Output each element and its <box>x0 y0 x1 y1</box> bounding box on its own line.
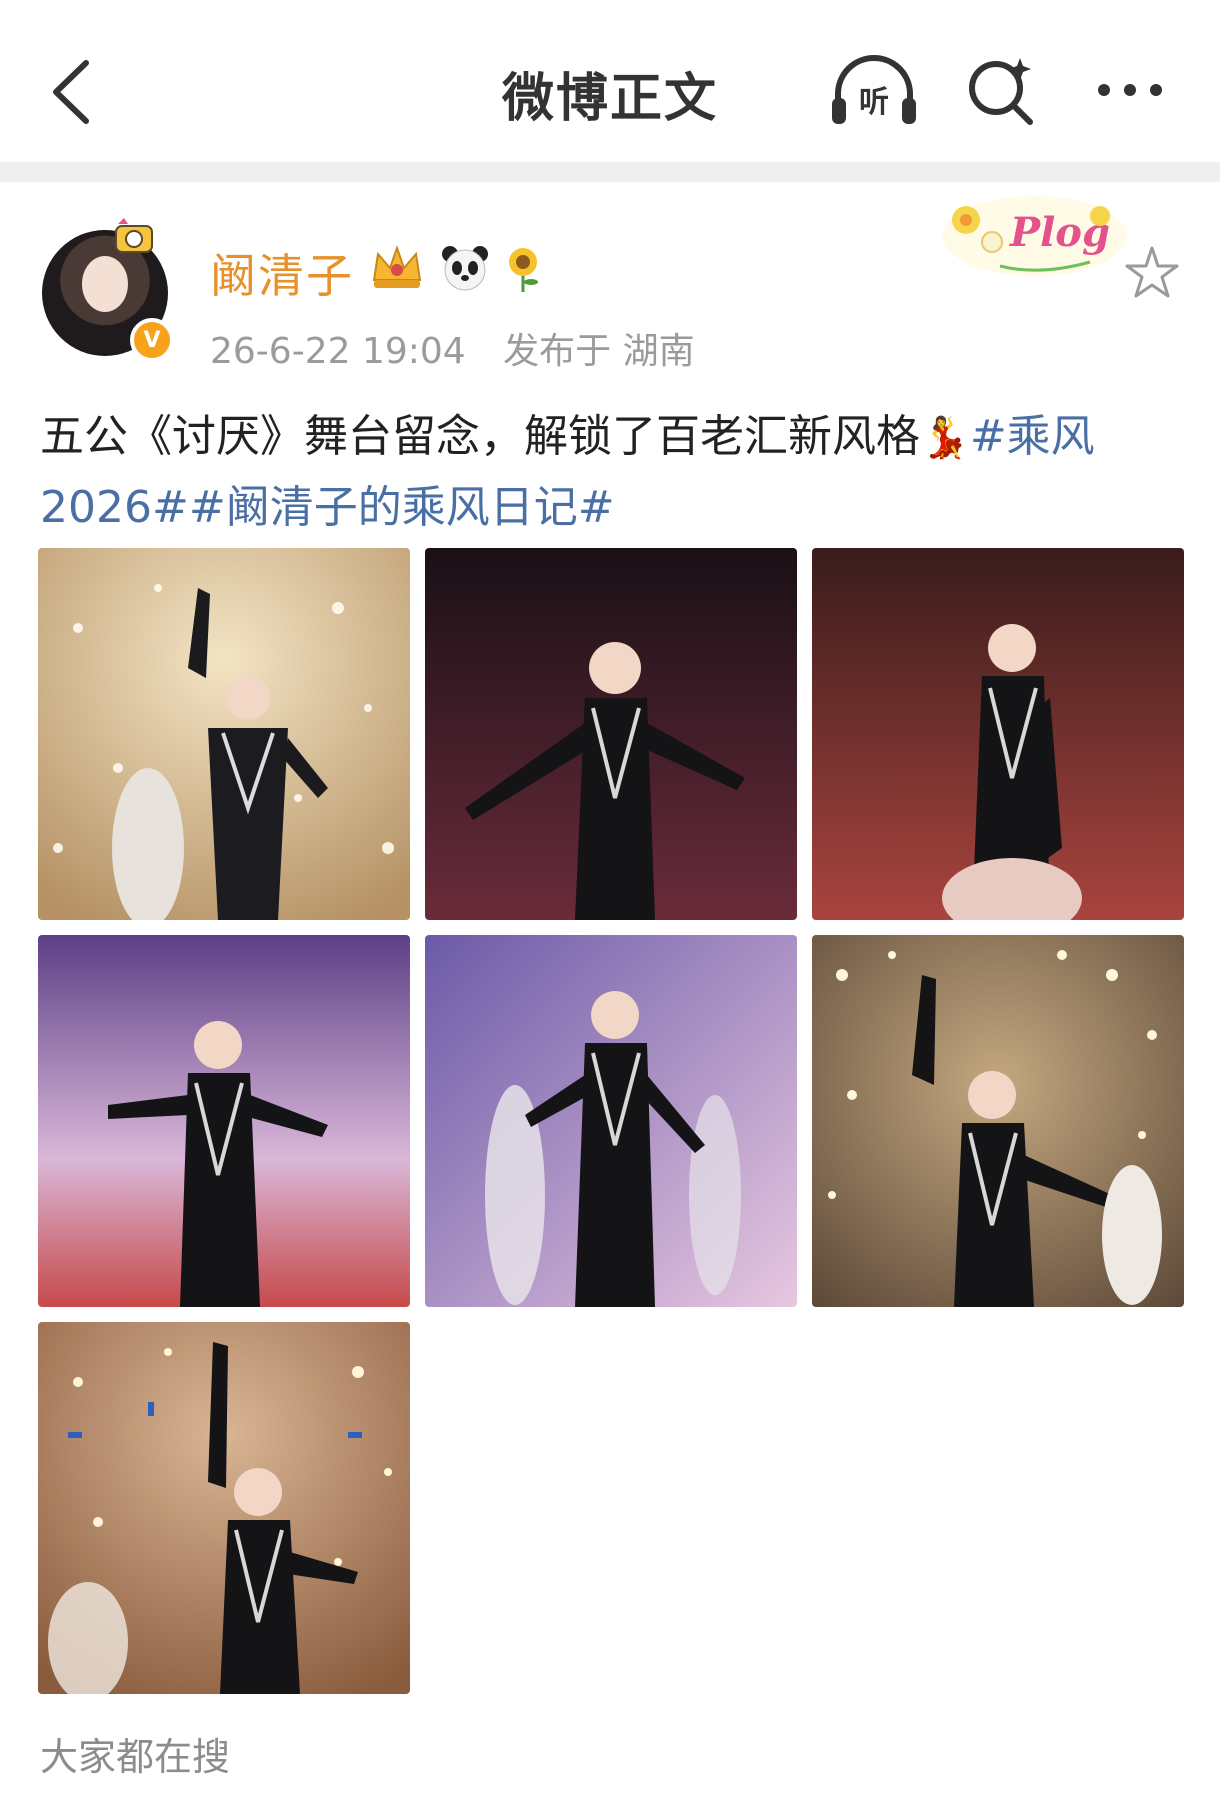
photo-2[interactable] <box>425 548 797 920</box>
plog-sticker-icon: Plog <box>943 196 1127 276</box>
sunflower-icon <box>509 248 538 292</box>
post-text: 五公《讨厌》舞台留念，解锁了百老汇新风格💃#乘风2026##阚清子的乘风日记# <box>40 402 1190 543</box>
post-location: 发布于 湖南 <box>503 331 695 372</box>
search-button[interactable] <box>962 50 1042 130</box>
trending-label: 大家都在搜 <box>40 1735 231 1779</box>
photo-7[interactable] <box>38 1322 410 1694</box>
photo-6[interactable] <box>812 935 1184 1307</box>
photo-3-image <box>812 548 1184 920</box>
search-icon <box>969 58 1033 125</box>
crown-icon <box>372 244 422 288</box>
photo-3[interactable] <box>812 548 1184 920</box>
photo-1-image <box>38 548 410 920</box>
photo-5-image <box>425 935 797 1307</box>
avatar-face <box>82 256 128 312</box>
photo-2-image <box>425 548 797 920</box>
section-divider <box>0 162 1220 182</box>
photo-4[interactable] <box>38 935 410 1307</box>
camera-badge-icon <box>115 218 153 253</box>
photo-7-image <box>38 1322 410 1694</box>
verified-badge: V <box>130 318 174 362</box>
favorite-star-icon[interactable] <box>1124 244 1180 300</box>
photo-5[interactable] <box>425 935 797 1307</box>
more-icon <box>1098 84 1162 96</box>
post-meta: 26-6-22 19:04 发布于 湖南 <box>210 322 695 374</box>
image-grid <box>38 548 1184 1694</box>
photo-4-image <box>38 935 410 1307</box>
listen-label: 听 <box>859 85 889 120</box>
author-name[interactable]: 阚清子 <box>210 240 354 306</box>
photo-6-image <box>812 935 1184 1307</box>
photo-1[interactable] <box>38 548 410 920</box>
headphones-icon: 听 <box>832 55 916 124</box>
post-time: 26-6-22 19:04 <box>210 331 466 372</box>
hashtag-2[interactable]: #阚清子的乘风日记# <box>189 482 615 533</box>
top-bar: 微博正文 听 <box>0 0 1220 162</box>
listen-button[interactable]: 听 <box>828 50 920 130</box>
panda-icon <box>442 246 488 291</box>
more-button[interactable] <box>1090 70 1170 110</box>
dancer-emoji: 💃 <box>920 415 970 461</box>
post-text-body: 五公《讨厌》舞台留念，解锁了百老汇新风格 <box>40 411 920 462</box>
